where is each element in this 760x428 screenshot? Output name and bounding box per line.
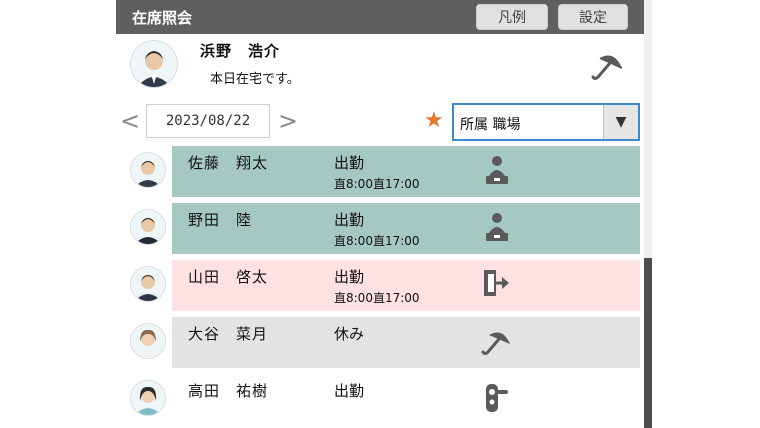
avatar [130, 209, 166, 245]
list-item[interactable]: 高田 祐樹 出勤 [116, 374, 648, 425]
list-item[interactable]: 山田 啓太 出勤 直8:00直17:00 [116, 260, 648, 311]
member-state: 出勤 [334, 154, 365, 172]
list-item[interactable]: 大谷 菜月 休み [116, 317, 648, 368]
member-state: 出勤 [334, 382, 365, 400]
desk-icon [480, 152, 514, 188]
star-icon[interactable]: ★ [424, 108, 444, 133]
umbrella-icon [480, 323, 514, 359]
list-item[interactable]: 野田 陸 出勤 直8:00直17:00 [116, 203, 648, 254]
member-state: 休み [334, 325, 365, 343]
member-name: 大谷 菜月 [188, 325, 269, 343]
umbrella-icon [590, 46, 626, 82]
current-user: 浜野 浩介 本日在宅です。 [116, 34, 648, 102]
date-controls: < 2023/08/22 > ★ 所属 職場 ▼ [116, 100, 648, 144]
legend-button[interactable]: 凡例 [476, 4, 548, 30]
user-status: 本日在宅です。 [210, 72, 300, 87]
avatar [130, 380, 166, 416]
member-hours: 直8:00直17:00 [334, 234, 420, 248]
desk-icon [480, 209, 514, 245]
list-item[interactable]: 佐藤 翔太 出勤 直8:00直17:00 [116, 146, 648, 197]
page-title: 在席照会 [132, 9, 193, 27]
exit-icon [480, 266, 514, 302]
prev-date-button[interactable]: < [120, 107, 140, 135]
title-bar: 在席照会 凡例 設定 [116, 0, 648, 34]
member-hours: 直8:00直17:00 [334, 177, 420, 191]
member-state: 出勤 [334, 211, 365, 229]
door-lock-icon [480, 380, 514, 416]
scrollbar-thumb[interactable] [644, 258, 652, 428]
member-hours: 直8:00直17:00 [334, 291, 420, 305]
department-select[interactable]: 所属 職場 ▼ [452, 103, 640, 141]
next-date-button[interactable]: > [278, 107, 298, 135]
avatar [130, 40, 178, 88]
avatar [130, 152, 166, 188]
member-name: 山田 啓太 [188, 268, 269, 286]
avatar [130, 323, 166, 359]
presence-panel: 在席照会 凡例 設定 浜野 浩介 本日在宅です。 < 2023/08/22 > … [116, 0, 648, 428]
member-name: 高田 祐樹 [188, 382, 269, 400]
avatar [130, 266, 166, 302]
settings-button[interactable]: 設定 [558, 4, 628, 30]
member-state: 出勤 [334, 268, 365, 286]
user-name: 浜野 浩介 [200, 42, 281, 60]
scrollbar[interactable] [644, 0, 652, 428]
department-select-value: 所属 職場 [460, 117, 521, 133]
member-name: 佐藤 翔太 [188, 154, 269, 172]
chevron-down-icon[interactable]: ▼ [603, 105, 638, 139]
date-field[interactable]: 2023/08/22 [146, 104, 270, 138]
member-name: 野田 陸 [188, 211, 253, 229]
